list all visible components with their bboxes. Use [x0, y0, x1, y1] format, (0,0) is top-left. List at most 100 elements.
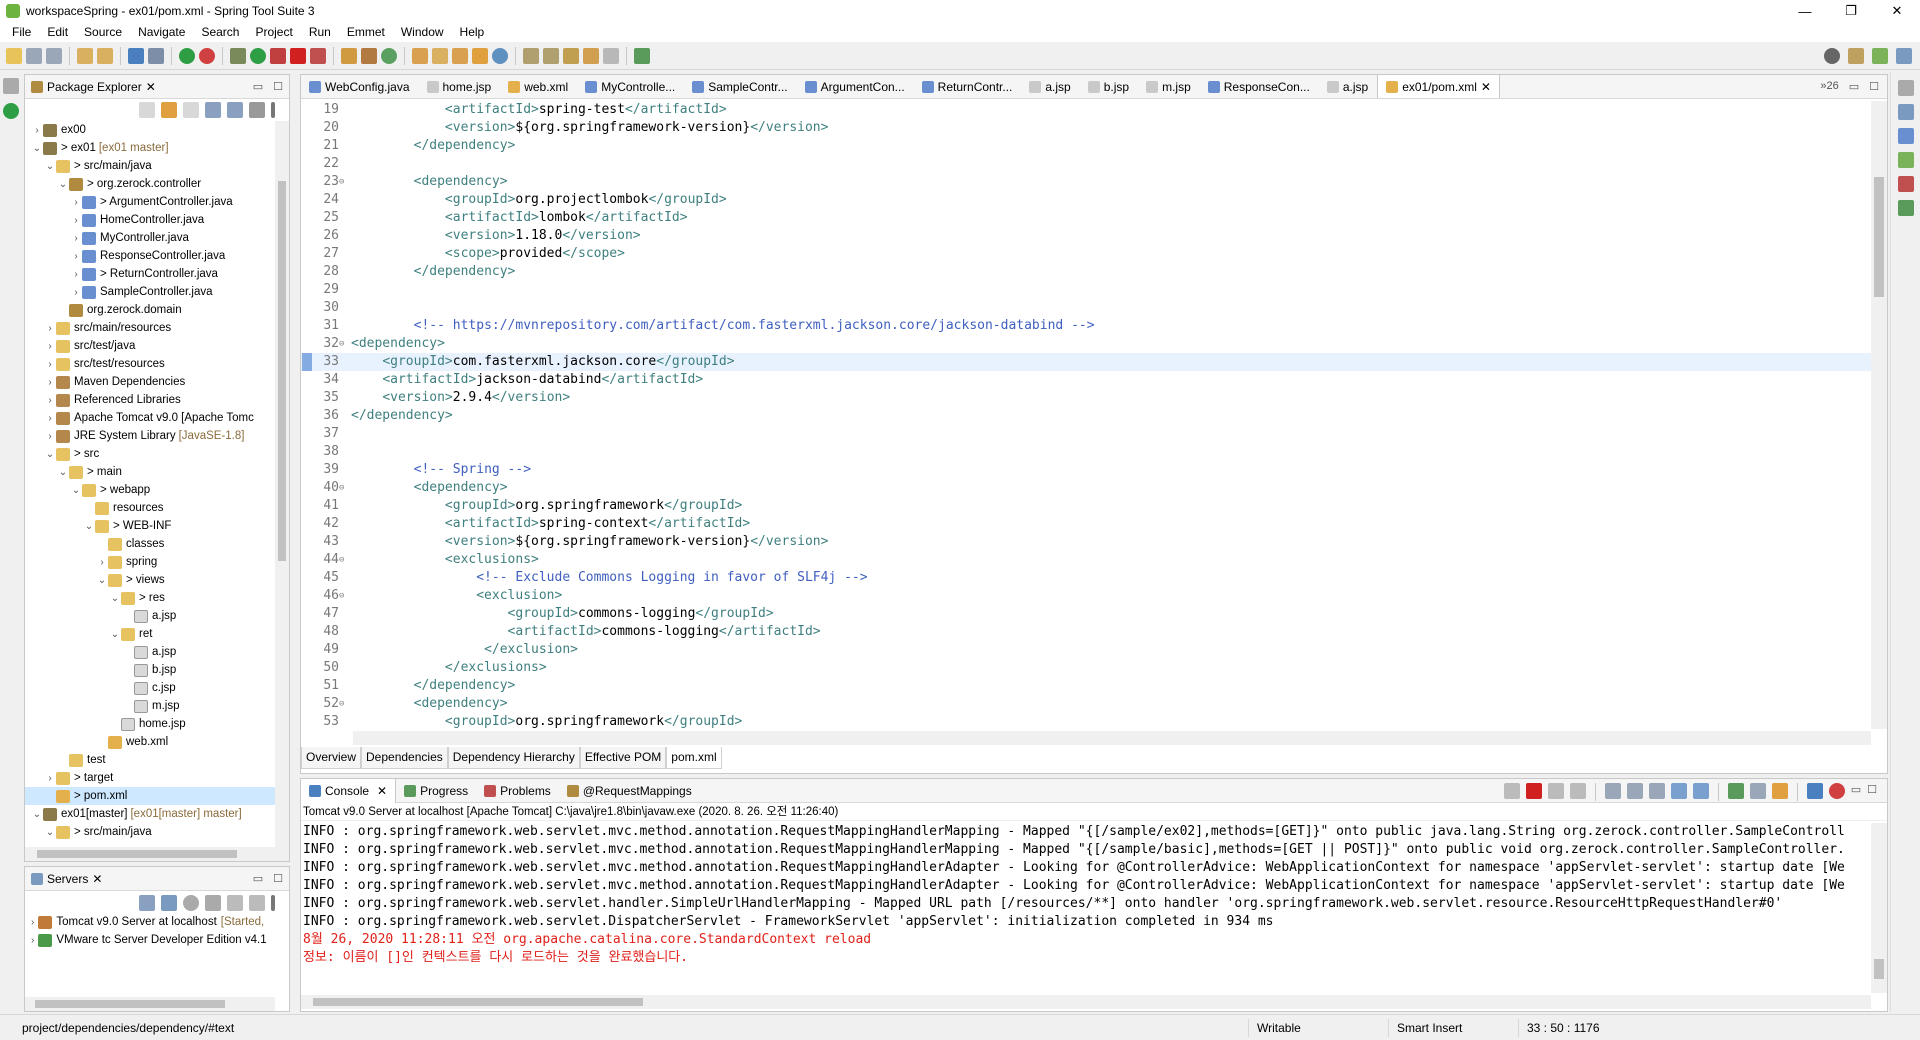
clear-console-icon[interactable] [1604, 783, 1621, 799]
editor-tab[interactable]: b.jsp [1080, 75, 1138, 98]
code-text-area[interactable]: 19 <artifactId>spring-test</artifactId> 2… [301, 101, 1871, 729]
tree-item[interactable]: › src/test/resources [25, 355, 275, 373]
tree-item[interactable]: › > ReturnController.java [25, 265, 275, 283]
maximize-view-icon[interactable]: ☐ [273, 872, 283, 885]
fold-toggle-icon[interactable]: ⊖ [339, 551, 349, 569]
outline-icon[interactable] [1897, 104, 1914, 120]
editor-horizontal-scrollbar[interactable] [353, 731, 1871, 745]
chevron-right-icon[interactable]: › [44, 359, 56, 370]
code-line[interactable]: 46 ⊖ <exclusion> [301, 587, 1871, 605]
editor-tab[interactable]: m.jsp [1138, 75, 1200, 98]
editor-tab[interactable]: ReturnContr... [914, 75, 1022, 98]
tree-item[interactable]: › src/main/resources [25, 319, 275, 337]
menu-navigate[interactable]: Navigate [130, 25, 193, 39]
chevron-right-icon[interactable]: › [44, 431, 56, 442]
chevron-down-icon[interactable]: ⌄ [109, 593, 121, 604]
code-line[interactable]: 52 ⊖ <dependency> [301, 695, 1871, 713]
package-explorer-horizontal-scrollbar[interactable] [25, 847, 289, 861]
console-vertical-scrollbar[interactable] [1871, 823, 1887, 993]
pom-editor-tab[interactable]: pom.xml [666, 747, 722, 769]
menu-help[interactable]: Help [452, 25, 493, 39]
maximize-button[interactable]: ❐ [1828, 0, 1874, 22]
code-line[interactable]: 24 <groupId>org.projectlombok</groupId> [301, 191, 1871, 209]
display-console-icon[interactable] [1749, 783, 1766, 799]
code-line[interactable]: 38 [301, 443, 1871, 461]
code-line[interactable]: 27 <scope>provided</scope> [301, 245, 1871, 263]
close-icon[interactable]: ✕ [146, 80, 156, 94]
fold-toggle-icon[interactable]: ⊖ [339, 695, 349, 713]
tree-item[interactable]: ⌄ > src/main/java [25, 823, 275, 841]
prev-annotation-icon[interactable] [543, 47, 559, 64]
menu-source[interactable]: Source [76, 25, 130, 39]
code-line[interactable]: 43 <version>${org.springframework-versio… [301, 533, 1871, 551]
tree-item[interactable]: ⌄ > views [25, 571, 275, 589]
tree-item[interactable]: c.jsp [25, 679, 275, 697]
tree-item[interactable]: › Referenced Libraries [25, 391, 275, 409]
chevron-right-icon[interactable]: › [44, 413, 56, 424]
word-wrap-icon[interactable] [1648, 783, 1665, 799]
chevron-right-icon[interactable]: › [70, 215, 82, 226]
maximize-editor-icon[interactable]: ☐ [1869, 80, 1879, 93]
scroll-lock-icon[interactable] [1626, 783, 1643, 799]
code-line[interactable]: 41 <groupId>org.springframework</groupId… [301, 497, 1871, 515]
tree-item[interactable]: › HomeController.java [25, 211, 275, 229]
debug-icon[interactable] [230, 47, 246, 64]
boot-stop-icon[interactable] [199, 47, 215, 64]
console-horizontal-scrollbar[interactable] [301, 995, 1871, 1009]
code-line[interactable]: 26 <version>1.18.0</version> [301, 227, 1871, 245]
tree-item[interactable]: ⌄ ret [25, 625, 275, 643]
close-tab-icon[interactable]: ✕ [1481, 80, 1491, 94]
show-on-stdout-icon[interactable] [1670, 783, 1687, 799]
tree-item[interactable]: org.zerock.domain [25, 301, 275, 319]
globe-icon[interactable] [492, 47, 508, 64]
download-icon[interactable] [1897, 200, 1914, 216]
servers-tab[interactable]: Servers ✕ [31, 872, 102, 886]
terminal-icon[interactable] [128, 47, 144, 64]
show-on-stderr-icon[interactable] [1692, 783, 1709, 799]
restart-icon[interactable] [1503, 783, 1520, 799]
menu-emmet[interactable]: Emmet [339, 25, 393, 39]
chevron-down-icon[interactable]: ⌄ [31, 809, 43, 820]
boot-dashboard-icon[interactable] [3, 103, 19, 119]
remove-launch-icon[interactable] [1547, 783, 1564, 799]
package-explorer-vertical-scrollbar[interactable] [275, 121, 289, 847]
collapse-all-icon[interactable] [139, 895, 155, 911]
servers-horizontal-scrollbar[interactable] [25, 997, 275, 1011]
code-line[interactable]: 31 <!-- https://mvnrepository.com/artifa… [301, 317, 1871, 335]
chevron-right-icon[interactable]: › [44, 341, 56, 352]
chevron-down-icon[interactable]: ⌄ [83, 521, 95, 532]
tree-item[interactable]: › SampleController.java [25, 283, 275, 301]
code-line[interactable]: 50 </exclusions> [301, 659, 1871, 677]
code-line[interactable]: 22 [301, 155, 1871, 173]
menu-file[interactable]: File [4, 25, 39, 39]
tree-item[interactable]: ⌄ > src [25, 445, 275, 463]
next-annotation-icon[interactable] [523, 47, 539, 64]
code-line[interactable]: 25 <artifactId>lombok</artifactId> [301, 209, 1871, 227]
code-line[interactable]: 37 [301, 425, 1871, 443]
tree-item[interactable]: m.jsp [25, 697, 275, 715]
close-icon[interactable]: ✕ [377, 784, 387, 798]
editor-tab[interactable]: ResponseCon... [1200, 75, 1319, 98]
tree-item[interactable]: ⌄ > res [25, 589, 275, 607]
server-item-vmware[interactable]: › VMware tc Server Developer Edition v4.… [25, 931, 289, 949]
open-folder-icon[interactable] [472, 47, 488, 64]
more-tabs-indicator[interactable]: »26 [1820, 80, 1838, 93]
menu-search[interactable]: Search [193, 25, 247, 39]
console-panel-tab[interactable]: @RequestMappings [559, 779, 700, 803]
minimize-view-icon[interactable]: ▭ [1851, 783, 1861, 801]
last-edit-icon[interactable] [563, 47, 579, 64]
open-task-icon[interactable] [412, 47, 428, 64]
spring-perspective-icon[interactable] [1872, 48, 1888, 64]
close-button[interactable]: ✕ [1874, 0, 1920, 22]
maximize-view-icon[interactable]: ☐ [1867, 783, 1877, 801]
external-tools-icon[interactable] [310, 47, 326, 64]
tree-item[interactable]: a.jsp [25, 643, 275, 661]
pin-console-icon[interactable] [1727, 783, 1744, 799]
console-output[interactable]: INFO : org.springframework.web.servlet.m… [301, 823, 1871, 993]
code-line[interactable]: 42 <artifactId>spring-context</artifactI… [301, 515, 1871, 533]
stop-server-icon[interactable] [227, 895, 243, 911]
close-icon[interactable]: ✕ [92, 872, 102, 886]
code-line[interactable]: 32 ⊖ <dependency> [301, 335, 1871, 353]
server-item-tomcat[interactable]: › Tomcat v9.0 Server at localhost [Start… [25, 913, 289, 931]
code-line[interactable]: 30 [301, 299, 1871, 317]
